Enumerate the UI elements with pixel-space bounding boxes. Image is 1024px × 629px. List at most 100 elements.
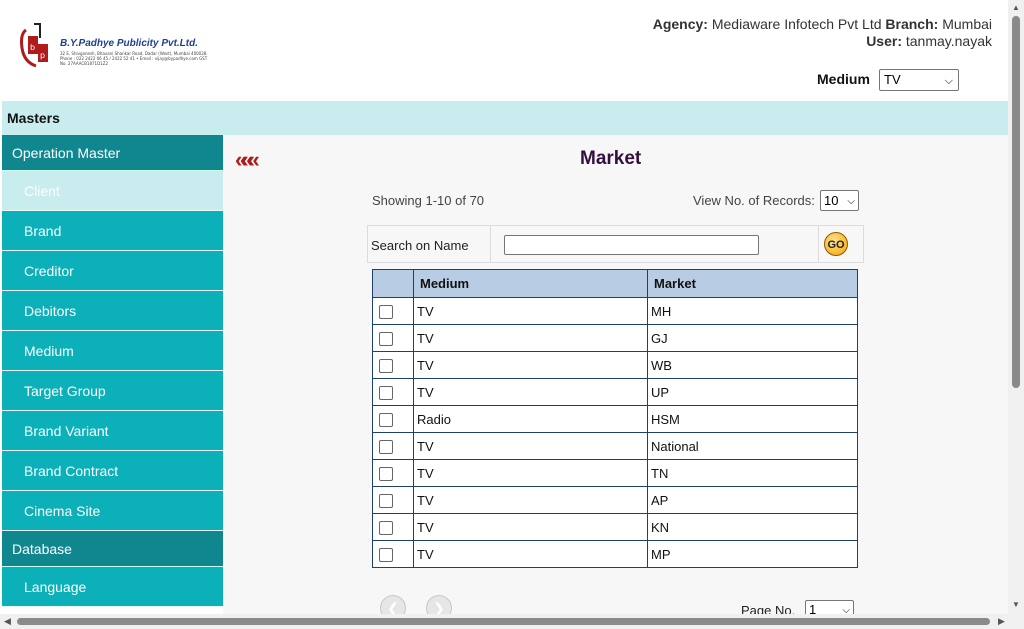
- sidebar-item-medium[interactable]: Medium: [2, 331, 223, 371]
- medium-cell: TV: [413, 432, 648, 460]
- search-label: Search on Name: [371, 238, 469, 253]
- divider: [490, 226, 491, 262]
- sidebar-item-cinema-site[interactable]: Cinema Site: [2, 491, 223, 531]
- table-row[interactable]: TV WB: [372, 351, 858, 379]
- table-row[interactable]: Radio HSM: [372, 405, 858, 433]
- market-cell: TN: [647, 459, 858, 487]
- column-header-medium[interactable]: Medium: [413, 269, 648, 298]
- table-row[interactable]: TV MP: [372, 540, 858, 568]
- medium-cell: TV: [413, 351, 648, 379]
- sidebar-item-brand[interactable]: Brand: [2, 211, 223, 251]
- vertical-scroll-thumb[interactable]: [1012, 16, 1020, 388]
- user-label: User:: [866, 33, 902, 49]
- market-cell: MH: [647, 297, 858, 325]
- sidebar-item-debitors[interactable]: Debitors: [2, 291, 223, 331]
- agency-label: Agency:: [652, 16, 708, 32]
- medium-cell: TV: [413, 297, 648, 325]
- svg-text:b: b: [30, 43, 35, 52]
- market-cell: KN: [647, 513, 858, 541]
- logo-emblem-icon: b p: [20, 23, 48, 68]
- records-per-page-select[interactable]: 10 ⌵: [820, 190, 859, 211]
- sidebar: Operation Master Client Brand Creditor D…: [2, 135, 223, 614]
- row-checkbox[interactable]: [379, 385, 393, 400]
- select-column-header: [372, 269, 414, 298]
- medium-cell: TV: [413, 486, 648, 514]
- row-checkbox[interactable]: [379, 304, 393, 319]
- table-row[interactable]: TV MH: [372, 297, 858, 325]
- main-content: ««« Market Showing 1-10 of 70 View No. o…: [223, 135, 1008, 621]
- back-arrows-icon[interactable]: «««: [235, 147, 260, 173]
- search-input[interactable]: [504, 235, 759, 255]
- page-header: b p B.Y.Padhye Publicity Pvt.Ltd. 32 E, …: [0, 0, 1008, 101]
- row-checkbox[interactable]: [379, 412, 393, 427]
- market-table: Medium Market TV MH TV GJ TV WB TV UP Ra…: [372, 269, 858, 568]
- medium-cell: TV: [413, 459, 648, 487]
- horizontal-scrollbar[interactable]: ◀ ▶: [0, 614, 1024, 629]
- sidebar-item-client[interactable]: Client: [2, 171, 223, 211]
- market-cell: AP: [647, 486, 858, 514]
- sidebar-item-brand-variant[interactable]: Brand Variant: [2, 411, 223, 451]
- market-cell: WB: [647, 351, 858, 379]
- row-checkbox[interactable]: [379, 493, 393, 508]
- vertical-scrollbar[interactable]: ▲ ▼: [1008, 0, 1024, 614]
- row-checkbox[interactable]: [379, 466, 393, 481]
- medium-cell: TV: [413, 540, 648, 568]
- scroll-left-icon[interactable]: ◀: [4, 616, 11, 627]
- branch-label: Branch:: [885, 16, 939, 32]
- view-records-label: View No. of Records:: [693, 193, 815, 208]
- column-header-market[interactable]: Market: [647, 269, 858, 298]
- table-row[interactable]: TV National: [372, 432, 858, 460]
- market-cell: GJ: [647, 324, 858, 352]
- row-checkbox[interactable]: [379, 520, 393, 535]
- medium-cell: Radio: [413, 405, 648, 433]
- agency-info: Agency: Mediaware Infotech Pvt Ltd Branc…: [653, 16, 992, 32]
- agency-value: Mediaware Infotech Pvt Ltd: [711, 16, 882, 32]
- market-cell: HSM: [647, 405, 858, 433]
- medium-label: Medium: [817, 71, 870, 87]
- row-checkbox[interactable]: [379, 439, 393, 454]
- chevron-down-icon: ⌵: [944, 75, 953, 87]
- sidebar-item-language[interactable]: Language: [2, 567, 223, 607]
- table-row[interactable]: TV UP: [372, 378, 858, 406]
- medium-select-value: TV: [884, 72, 901, 87]
- table-row[interactable]: TV KN: [372, 513, 858, 541]
- user-info: User: tanmay.nayak: [866, 33, 992, 49]
- medium-cell: TV: [413, 324, 648, 352]
- horizontal-scroll-thumb[interactable]: [17, 618, 990, 625]
- row-checkbox[interactable]: [379, 331, 393, 346]
- market-cell: MP: [647, 540, 858, 568]
- medium-cell: TV: [413, 513, 648, 541]
- table-row[interactable]: TV AP: [372, 486, 858, 514]
- medium-cell: TV: [413, 378, 648, 406]
- scroll-up-icon[interactable]: ▲: [1012, 3, 1020, 12]
- scroll-down-icon[interactable]: ▼: [1012, 600, 1020, 609]
- masters-label: Masters: [7, 110, 60, 126]
- company-address: 32 E, Shivganesh, Bhavani Shankar Road, …: [60, 51, 208, 66]
- page-title: Market: [580, 148, 642, 169]
- market-cell: National: [647, 432, 858, 460]
- search-panel: Search on Name GO: [367, 225, 864, 263]
- sidebar-item-target-group[interactable]: Target Group: [2, 371, 223, 411]
- table-row[interactable]: TV TN: [372, 459, 858, 487]
- go-button[interactable]: GO: [824, 232, 848, 256]
- scroll-right-icon[interactable]: ▶: [998, 616, 1005, 627]
- records-per-page-value: 10: [824, 193, 839, 208]
- masters-bar: Masters: [2, 101, 1008, 135]
- table-header-row: Medium Market: [372, 269, 858, 298]
- chevron-down-icon: ⌵: [847, 196, 855, 207]
- svg-text:p: p: [40, 51, 45, 60]
- branch-value: Mumbai: [942, 16, 992, 32]
- sidebar-item-creditor[interactable]: Creditor: [2, 251, 223, 291]
- company-name: B.Y.Padhye Publicity Pvt.Ltd.: [60, 38, 198, 49]
- row-checkbox[interactable]: [379, 547, 393, 562]
- sidebar-section-operation-master[interactable]: Operation Master: [2, 135, 223, 171]
- market-cell: UP: [647, 378, 858, 406]
- divider: [818, 226, 819, 262]
- medium-select[interactable]: TV ⌵: [879, 69, 959, 91]
- sidebar-item-brand-contract[interactable]: Brand Contract: [2, 451, 223, 491]
- table-row[interactable]: TV GJ: [372, 324, 858, 352]
- user-value: tanmay.nayak: [905, 33, 992, 49]
- sidebar-section-database[interactable]: Database: [2, 531, 223, 567]
- row-checkbox[interactable]: [379, 358, 393, 373]
- records-showing-text: Showing 1-10 of 70: [372, 193, 485, 208]
